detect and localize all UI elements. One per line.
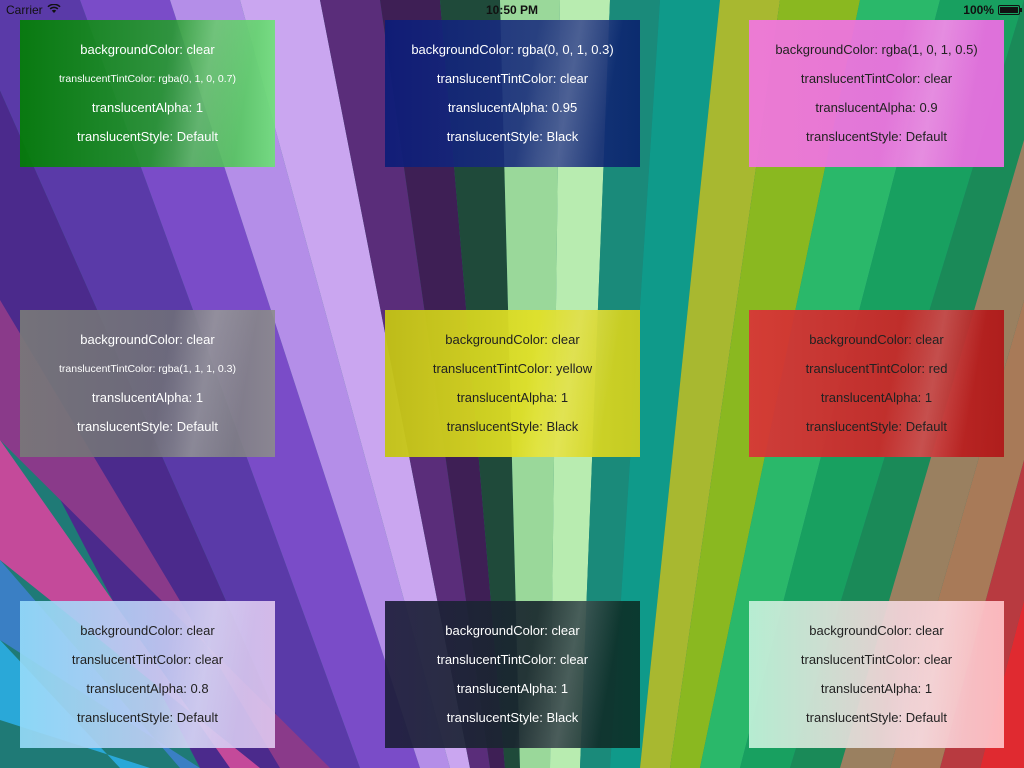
translucent-view-1: backgroundColor: clear translucentTintCo… (20, 20, 275, 167)
style-label: translucentStyle: Default (77, 129, 218, 144)
background-color-label: backgroundColor: clear (445, 332, 580, 347)
background-color-label: backgroundColor: rgba(0, 0, 1, 0.3) (411, 42, 614, 57)
tint-color-label: translucentTintColor: rgba(0, 1, 0, 0.7) (58, 73, 237, 85)
background-color-label: backgroundColor: clear (809, 332, 944, 347)
alpha-label: translucentAlpha: 0.95 (447, 100, 578, 115)
translucent-view-4: backgroundColor: clear translucentTintCo… (20, 310, 275, 457)
status-bar-right: 100% (963, 3, 1022, 17)
translucent-view-7: backgroundColor: clear translucentTintCo… (20, 601, 275, 748)
alpha-label: translucentAlpha: 1 (91, 390, 204, 405)
tint-color-label: translucentTintColor: clear (436, 71, 589, 86)
translucent-view-9: backgroundColor: clear translucentTintCo… (749, 601, 1004, 748)
tint-color-label: translucentTintColor: red (805, 361, 948, 376)
alpha-label: translucentAlpha: 0.8 (86, 681, 209, 696)
style-label: translucentStyle: Default (806, 710, 947, 725)
status-bar: Carrier 10:50 PM 100% (0, 0, 1024, 20)
background-color-label: backgroundColor: clear (809, 623, 944, 638)
style-label: translucentStyle: Black (446, 710, 579, 725)
background-color-label: backgroundColor: clear (80, 623, 215, 638)
tint-color-label: translucentTintColor: clear (436, 652, 589, 667)
alpha-label: translucentAlpha: 1 (456, 390, 569, 405)
alpha-label: translucentAlpha: 0.9 (815, 100, 938, 115)
translucent-view-5: backgroundColor: clear translucentTintCo… (385, 310, 640, 457)
alpha-label: translucentAlpha: 1 (456, 681, 569, 696)
style-label: translucentStyle: Default (77, 710, 218, 725)
style-label: translucentStyle: Default (77, 419, 218, 434)
style-label: translucentStyle: Default (806, 129, 947, 144)
tint-color-label: translucentTintColor: clear (71, 652, 224, 667)
alpha-label: translucentAlpha: 1 (820, 390, 933, 405)
tint-color-label: translucentTintColor: rgba(1, 1, 1, 0.3) (58, 363, 237, 375)
translucent-view-8: backgroundColor: clear translucentTintCo… (385, 601, 640, 748)
background-color-label: backgroundColor: clear (80, 332, 215, 347)
translucent-view-3: backgroundColor: rgba(1, 0, 1, 0.5) tran… (749, 20, 1004, 167)
style-label: translucentStyle: Default (806, 419, 947, 434)
style-label: translucentStyle: Black (446, 129, 579, 144)
battery-percent: 100% (963, 3, 994, 17)
background-color-label: backgroundColor: clear (445, 623, 580, 638)
background-color-label: backgroundColor: clear (80, 42, 215, 57)
battery-icon (998, 5, 1022, 15)
translucent-view-6: backgroundColor: clear translucentTintCo… (749, 310, 1004, 457)
background-color-label: backgroundColor: rgba(1, 0, 1, 0.5) (775, 42, 978, 57)
alpha-label: translucentAlpha: 1 (820, 681, 933, 696)
tint-color-label: translucentTintColor: yellow (432, 361, 593, 376)
style-label: translucentStyle: Black (446, 419, 579, 434)
alpha-label: translucentAlpha: 1 (91, 100, 204, 115)
tint-color-label: translucentTintColor: clear (800, 652, 953, 667)
tint-color-label: translucentTintColor: clear (800, 71, 953, 86)
translucent-view-2: backgroundColor: rgba(0, 0, 1, 0.3) tran… (385, 20, 640, 167)
status-time: 10:50 PM (485, 3, 539, 17)
